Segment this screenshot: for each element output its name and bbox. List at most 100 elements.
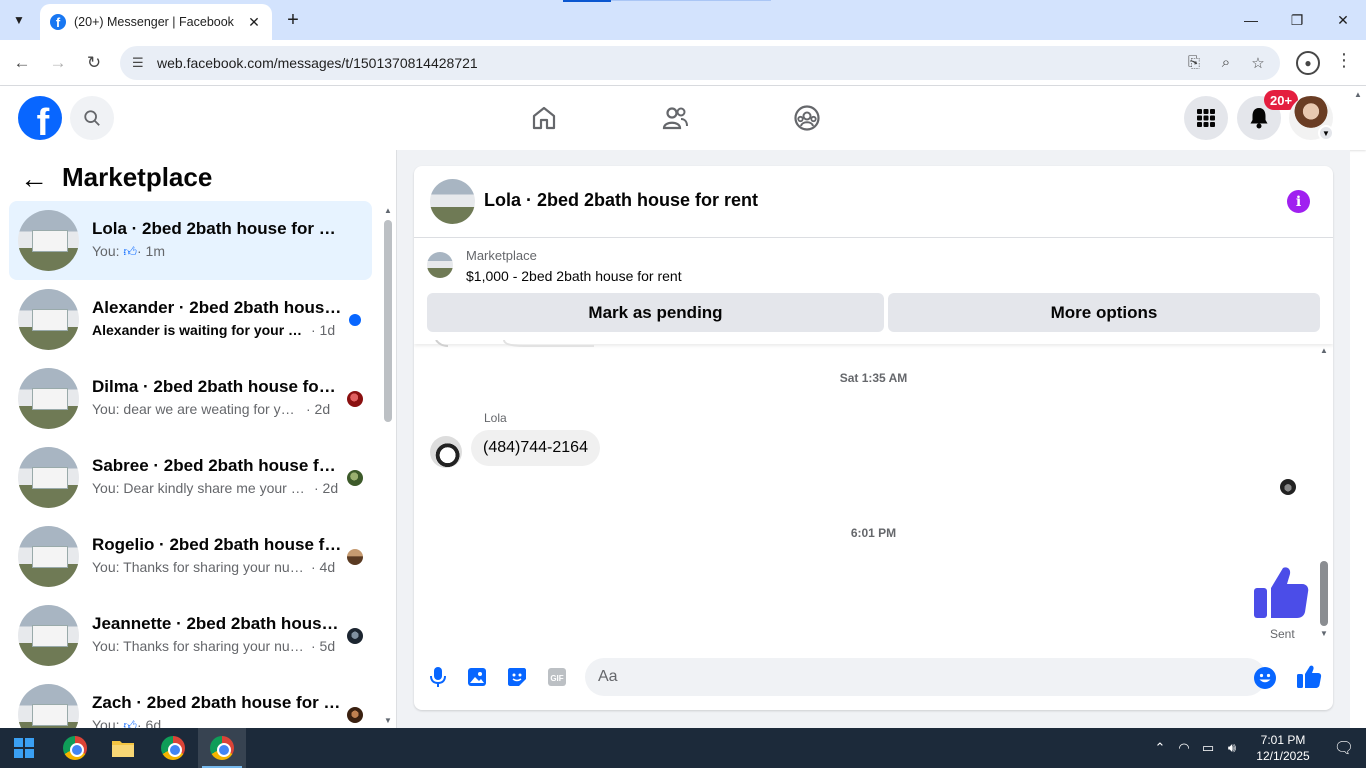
groups-icon[interactable] — [789, 100, 825, 136]
conversation-preview: You: 👍︎· 6d — [92, 717, 342, 728]
listing-small-thumbnail[interactable] — [427, 252, 453, 278]
conversation-item[interactable]: Jeannette · 2bed 2bath house for rent Yo… — [9, 596, 372, 675]
file-explorer-icon[interactable] — [99, 728, 147, 768]
tab-close-icon[interactable]: ✕ — [246, 14, 262, 31]
account-chevron-down-icon[interactable]: ▼ — [1318, 125, 1334, 141]
conversation-preview: You: Thanks for sharing your number · 4d — [92, 559, 336, 575]
conversation-preview: You: dear we are weating for your respon… — [92, 401, 331, 417]
chrome-taskbar-icon-2[interactable] — [149, 728, 197, 768]
back-arrow-icon[interactable]: ← — [20, 165, 50, 193]
listing-thumbnail — [18, 684, 79, 728]
browser-titlebar: ▼ f (20+) Messenger | Facebook ✕ + — ❐ ✕ — [0, 0, 1366, 40]
mark-as-pending-button[interactable]: Mark as pending — [427, 293, 884, 332]
listing-thumbnail — [18, 210, 79, 271]
read-receipt-avatar — [1280, 479, 1296, 495]
sidebar-title: Marketplace — [62, 162, 213, 192]
scrollbar-thumb[interactable] — [1320, 561, 1328, 626]
browser-tab[interactable]: f (20+) Messenger | Facebook ✕ — [40, 4, 272, 40]
large-thumbs-up-icon[interactable] — [1250, 564, 1312, 624]
scroll-up-arrow-icon[interactable]: ▲ — [384, 206, 392, 215]
system-tray: ⌃ ◠ ▭ 🔊︎ 7:01 PM 12/1/2025 🗨︎ — [1148, 728, 1366, 768]
seen-avatar — [347, 628, 363, 644]
send-like-icon[interactable] — [1296, 664, 1322, 690]
site-info-icon[interactable]: ☰ — [132, 55, 150, 71]
conversation-item[interactable]: Rogelio · 2bed 2bath house for rent You:… — [9, 517, 372, 596]
chrome-menu-icon[interactable]: ⋮ — [1334, 50, 1354, 76]
new-tab-icon[interactable]: + — [282, 9, 304, 31]
more-options-button[interactable]: More options — [888, 293, 1320, 332]
browser-toolbar: ← → ↻ ☰ web.facebook.com/messages/t/1501… — [0, 40, 1366, 86]
received-message-bubble[interactable]: (484)744-2164 — [471, 430, 600, 466]
photo-icon[interactable] — [465, 665, 489, 689]
sticker-icon[interactable] — [505, 665, 529, 689]
unread-dot — [349, 314, 361, 326]
bookmark-star-icon[interactable]: ☆ — [1248, 54, 1268, 72]
page-scrollbar[interactable]: ▲ — [1350, 88, 1366, 728]
sidebar-scrollbar[interactable]: ▲ ▼ — [382, 206, 394, 726]
scroll-up-arrow-icon[interactable]: ▲ — [1354, 90, 1362, 99]
notification-center-icon[interactable]: 🗨︎ — [1322, 738, 1366, 758]
battery-icon[interactable]: ▭ — [1196, 740, 1220, 756]
chrome-taskbar-icon[interactable] — [51, 728, 99, 768]
install-app-icon[interactable]: ⎘ — [1184, 54, 1204, 72]
back-arrow-icon[interactable]: ← — [9, 50, 35, 76]
forward-arrow-icon[interactable]: → — [45, 50, 71, 76]
tab-search-dropdown-icon[interactable]: ▼ — [6, 8, 32, 32]
emoji-icon[interactable] — [1253, 666, 1277, 690]
info-icon[interactable]: i — [1287, 190, 1310, 213]
scroll-up-arrow-icon[interactable]: ▲ — [1320, 346, 1328, 355]
listing-banner: Marketplace $1,000 - 2bed 2bath house fo… — [414, 238, 1333, 344]
listing-category: Marketplace — [466, 248, 537, 263]
listing-thumbnail — [18, 526, 79, 587]
listing-thumbnail — [18, 605, 79, 666]
network-icon[interactable]: ◠ — [1172, 740, 1196, 756]
friends-icon[interactable] — [657, 100, 693, 136]
facebook-favicon-icon: f — [50, 14, 66, 30]
search-icon[interactable] — [70, 96, 114, 140]
show-hidden-icons-chevron-up-icon[interactable]: ⌃ — [1148, 740, 1172, 756]
home-icon[interactable] — [526, 100, 562, 136]
window-close-icon[interactable]: ✕ — [1320, 0, 1366, 40]
windows-start-icon[interactable] — [0, 728, 48, 768]
reload-icon[interactable]: ↻ — [81, 50, 107, 76]
volume-icon[interactable]: 🔊︎ — [1220, 740, 1244, 756]
conversation-item[interactable]: Sabree · 2bed 2bath house for rent You: … — [9, 438, 372, 517]
conversation-item[interactable]: Zach · 2bed 2bath house for rent You: 👍︎… — [9, 675, 372, 728]
conversation-name: Zach · 2bed 2bath house for rent — [92, 693, 342, 712]
menu-grid-icon[interactable] — [1184, 96, 1228, 140]
scroll-down-arrow-icon[interactable]: ▼ — [1320, 629, 1328, 638]
restore-icon[interactable]: ❐ — [1274, 0, 1320, 40]
listing-price-title[interactable]: $1,000 - 2bed 2bath house for rent — [466, 268, 682, 284]
windows-taskbar: ⌃ ◠ ▭ 🔊︎ 7:01 PM 12/1/2025 🗨︎ — [0, 728, 1366, 768]
conversation-name: Dilma · 2bed 2bath house for rent — [92, 377, 342, 396]
clock[interactable]: 7:01 PM 12/1/2025 — [1244, 732, 1322, 764]
message-thread: Sat 1:35 AM Lola (484)744-2164 6:01 PM S… — [414, 340, 1333, 644]
seen-avatar — [347, 707, 363, 723]
conversation-item[interactable]: Dilma · 2bed 2bath house for rent You: d… — [9, 359, 372, 438]
svg-text:GIF: GIF — [550, 674, 563, 683]
url-text[interactable]: web.facebook.com/messages/t/150137081442… — [157, 55, 1184, 71]
chrome-profile-icon[interactable]: ● — [1296, 51, 1320, 75]
conversation-item[interactable]: Lola · 2bed 2bath house for rent You: 👍︎… — [9, 201, 372, 280]
message-input[interactable] — [585, 658, 1266, 696]
listing-thumbnail — [18, 289, 79, 350]
conversation-name: Rogelio · 2bed 2bath house for rent — [92, 535, 342, 554]
facebook-logo-icon[interactable]: f — [18, 96, 62, 140]
scroll-down-arrow-icon[interactable]: ▼ — [384, 716, 392, 725]
chat-listing-thumbnail[interactable] — [430, 179, 475, 224]
conversation-item[interactable]: Alexander · 2bed 2bath house for rent Al… — [9, 280, 372, 359]
zoom-icon[interactable]: ⌕ — [1216, 54, 1236, 72]
address-bar[interactable]: ☰ web.facebook.com/messages/t/1501370814… — [120, 46, 1280, 80]
chat-scrollbar[interactable]: ▲ ▼ — [1318, 346, 1330, 642]
gif-icon[interactable]: GIF — [545, 665, 569, 689]
listing-thumbnail — [18, 368, 79, 429]
scrollbar-thumb[interactable] — [384, 220, 392, 422]
listing-thumbnail — [18, 447, 79, 508]
minimize-icon[interactable]: — — [1228, 0, 1274, 40]
sender-avatar[interactable] — [430, 436, 462, 468]
seen-avatar — [347, 391, 363, 407]
microphone-icon[interactable] — [426, 665, 450, 689]
chrome-taskbar-icon-active[interactable] — [198, 728, 246, 768]
title-accent-line — [611, 0, 771, 1]
chat-title[interactable]: Lola · 2bed 2bath house for rent — [484, 190, 758, 211]
